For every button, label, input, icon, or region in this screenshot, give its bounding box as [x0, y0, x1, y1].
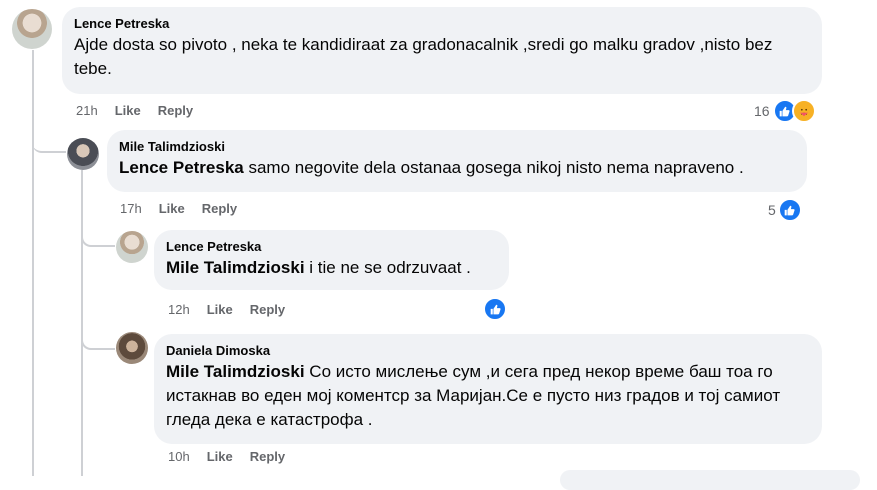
- comment-bubble: Lence Petreska Ajde dosta so pivoto , ne…: [62, 7, 822, 94]
- next-comment-bubble-partial: [560, 470, 860, 490]
- comment-bubble: Lence Petreska Mile Talimdzioski i tie n…: [154, 230, 509, 290]
- comment-author[interactable]: Lence Petreska: [166, 238, 497, 255]
- like-button[interactable]: Like: [115, 103, 141, 118]
- comment-body: samo negovite dela ostanaa gosega nikoj …: [243, 158, 744, 177]
- comment-author[interactable]: Mile Talimdzioski: [119, 138, 795, 155]
- avatar[interactable]: [67, 138, 99, 170]
- comment-bubble: Daniela Dimoska Mile Talimdzioski Со ист…: [154, 334, 822, 444]
- reply-button[interactable]: Reply: [158, 103, 193, 118]
- comment-body: i tie ne se odrzuvaat .: [304, 258, 471, 277]
- comment-actions: 10h Like Reply: [168, 449, 302, 465]
- thread-connector-reply-3: [81, 320, 115, 350]
- thread-line-main: [32, 50, 34, 476]
- mention-link[interactable]: Lence Petreska: [119, 158, 244, 177]
- reaction-count: 16: [754, 103, 770, 119]
- reply-button[interactable]: Reply: [250, 449, 285, 464]
- like-icon: [777, 198, 802, 222]
- comment-text: Mile Talimdzioski i tie ne se odrzuvaat …: [166, 256, 497, 280]
- like-button[interactable]: Like: [207, 302, 233, 317]
- comment-time[interactable]: 10h: [168, 449, 190, 464]
- like-button[interactable]: Like: [159, 201, 185, 216]
- comment-time[interactable]: 12h: [168, 302, 190, 317]
- like-icon: [483, 297, 507, 321]
- avatar[interactable]: [12, 9, 52, 49]
- comment-text: Lence Petreska samo negovite dela ostana…: [119, 156, 795, 180]
- avatar[interactable]: [116, 332, 148, 364]
- thread-connector-reply-1: [32, 124, 66, 153]
- comment-actions: 21h Like Reply: [76, 103, 210, 119]
- comment-time[interactable]: 17h: [120, 201, 142, 216]
- mention-link[interactable]: Mile Talimdzioski: [166, 258, 305, 277]
- avatar[interactable]: [116, 231, 148, 263]
- comment-text: Mile Talimdzioski Со исто мислење сум ,и…: [166, 360, 810, 432]
- comment-time[interactable]: 21h: [76, 103, 98, 118]
- reply-button[interactable]: Reply: [250, 302, 285, 317]
- reaction-summary[interactable]: [483, 297, 507, 321]
- comment-author[interactable]: Lence Petreska: [74, 15, 810, 32]
- care-icon: [791, 99, 816, 123]
- comment-author[interactable]: Daniela Dimoska: [166, 342, 810, 359]
- mention-link[interactable]: Mile Talimdzioski: [166, 362, 305, 381]
- reaction-count: 5: [768, 202, 776, 218]
- reaction-summary[interactable]: 16: [754, 99, 816, 123]
- reply-button[interactable]: Reply: [202, 201, 237, 216]
- comment-actions: 17h Like Reply: [120, 201, 254, 217]
- comment-actions: 12h Like Reply: [168, 302, 302, 318]
- reaction-summary[interactable]: 5: [768, 198, 802, 222]
- comment-bubble: Mile Talimdzioski Lence Petreska samo ne…: [107, 130, 807, 192]
- thread-connector-reply-2: [81, 220, 115, 247]
- comment-text: Ajde dosta so pivoto , neka te kandidira…: [74, 35, 773, 78]
- like-button[interactable]: Like: [207, 449, 233, 464]
